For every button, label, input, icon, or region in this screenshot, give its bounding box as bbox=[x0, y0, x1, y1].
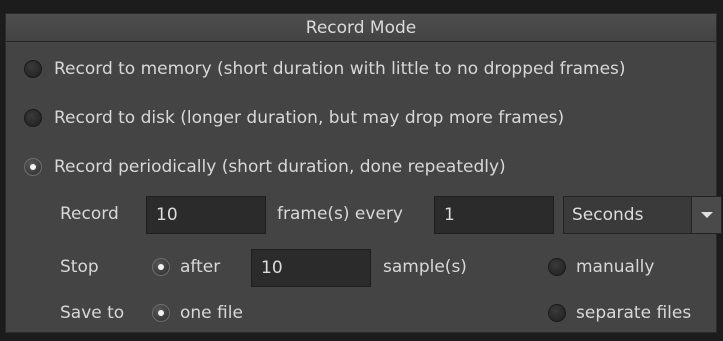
one-file-label: one file bbox=[180, 303, 243, 323]
frames-count-input[interactable]: 10 bbox=[146, 196, 266, 234]
stop-after-option[interactable]: after bbox=[152, 257, 220, 277]
stop-manually-option[interactable]: manually bbox=[548, 257, 654, 277]
radio-button[interactable] bbox=[24, 60, 42, 78]
samples-label: sample(s) bbox=[383, 257, 467, 277]
mode-option-memory[interactable]: Record to memory (short duration with li… bbox=[24, 59, 626, 79]
samples-count-input[interactable]: 10 bbox=[251, 249, 371, 287]
record-mode-panel: Record Mode Record to memory (short dura… bbox=[5, 13, 722, 333]
mode-option-disk[interactable]: Record to disk (longer duration, but may… bbox=[24, 108, 564, 128]
radio-button-selected[interactable] bbox=[152, 258, 170, 276]
stop-manually-label: manually bbox=[576, 257, 655, 277]
panel-title: Record Mode bbox=[6, 14, 716, 42]
dropdown-button[interactable] bbox=[691, 197, 721, 233]
interval-unit-value: Seconds bbox=[572, 205, 644, 225]
frames-every-label: frame(s) every bbox=[277, 204, 403, 224]
radio-button[interactable] bbox=[548, 258, 566, 276]
stop-after-label: after bbox=[180, 257, 221, 277]
mode-option-periodic-label: Record periodically (short duration, don… bbox=[54, 157, 506, 177]
interval-unit-select[interactable]: Seconds bbox=[563, 196, 722, 234]
record-label: Record bbox=[60, 204, 119, 224]
chevron-down-icon bbox=[701, 212, 713, 218]
radio-button-selected[interactable] bbox=[24, 158, 42, 176]
mode-option-disk-label: Record to disk (longer duration, but may… bbox=[54, 108, 565, 128]
mode-option-memory-label: Record to memory (short duration with li… bbox=[54, 59, 626, 79]
radio-button[interactable] bbox=[24, 109, 42, 127]
stop-label: Stop bbox=[60, 257, 99, 277]
save-to-label: Save to bbox=[60, 303, 125, 323]
save-separate-files-option[interactable]: separate files bbox=[548, 303, 691, 323]
radio-button-selected[interactable] bbox=[152, 304, 170, 322]
radio-button[interactable] bbox=[548, 304, 566, 322]
mode-option-periodic[interactable]: Record periodically (short duration, don… bbox=[24, 157, 506, 177]
save-one-file-option[interactable]: one file bbox=[152, 303, 243, 323]
interval-input[interactable]: 1 bbox=[434, 196, 554, 234]
separate-files-label: separate files bbox=[576, 303, 692, 323]
